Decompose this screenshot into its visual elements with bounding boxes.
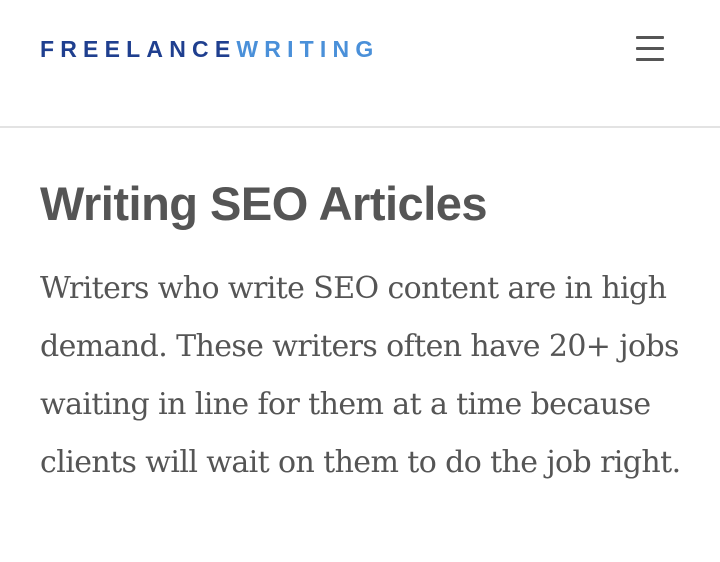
menu-bar-bottom <box>636 58 664 61</box>
site-logo[interactable]: FREELANCEWRITING <box>40 34 379 64</box>
logo-text-writing: WRITING <box>236 36 380 62</box>
menu-bar-middle <box>636 47 664 50</box>
menu-bar-top <box>636 36 664 39</box>
site-header: FREELANCEWRITING <box>0 0 720 128</box>
article-content: Writing SEO Articles Writers who write S… <box>40 170 690 492</box>
article-body: Writers who write SEO content are in hig… <box>40 271 681 480</box>
hamburger-menu-icon[interactable] <box>630 30 670 66</box>
logo-text-freelance: FREELANCE <box>40 36 237 62</box>
article-title: Writing SEO Articles <box>40 177 488 230</box>
